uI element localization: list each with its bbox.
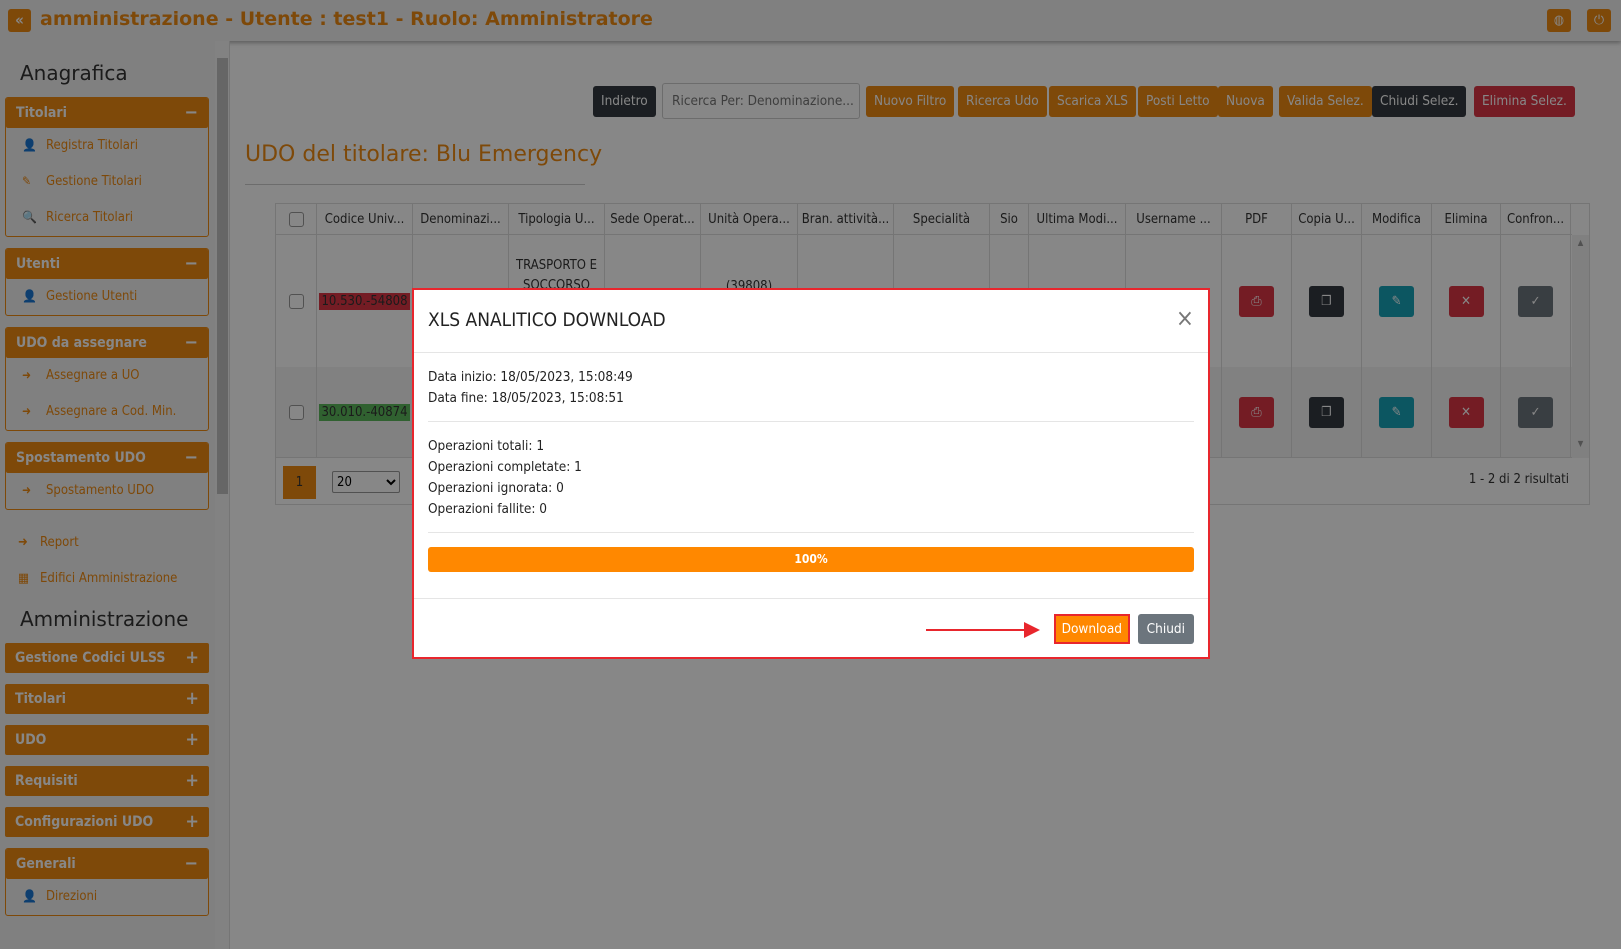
xls-download-modal: XLS ANALITICO DOWNLOAD × Data inizio: 18… [412,288,1210,659]
completed-operations: Operazioni completate: 1 [428,459,582,475]
progress-bar: 100% [428,547,1194,572]
failed-operations: Operazioni fallite: 0 [428,501,548,517]
total-operations: Operazioni totali: 1 [428,438,545,454]
end-date: Data fine: 18/05/2023, 15:08:51 [428,390,624,406]
annotation-arrow [926,622,1040,638]
start-date: Data inizio: 18/05/2023, 15:08:49 [428,369,633,385]
ignored-operations: Operazioni ignorata: 0 [428,480,564,496]
close-icon[interactable]: × [1176,304,1194,332]
close-button[interactable]: Chiudi [1137,614,1194,644]
modal-title: XLS ANALITICO DOWNLOAD [428,309,666,331]
download-button[interactable]: Download [1053,614,1130,644]
